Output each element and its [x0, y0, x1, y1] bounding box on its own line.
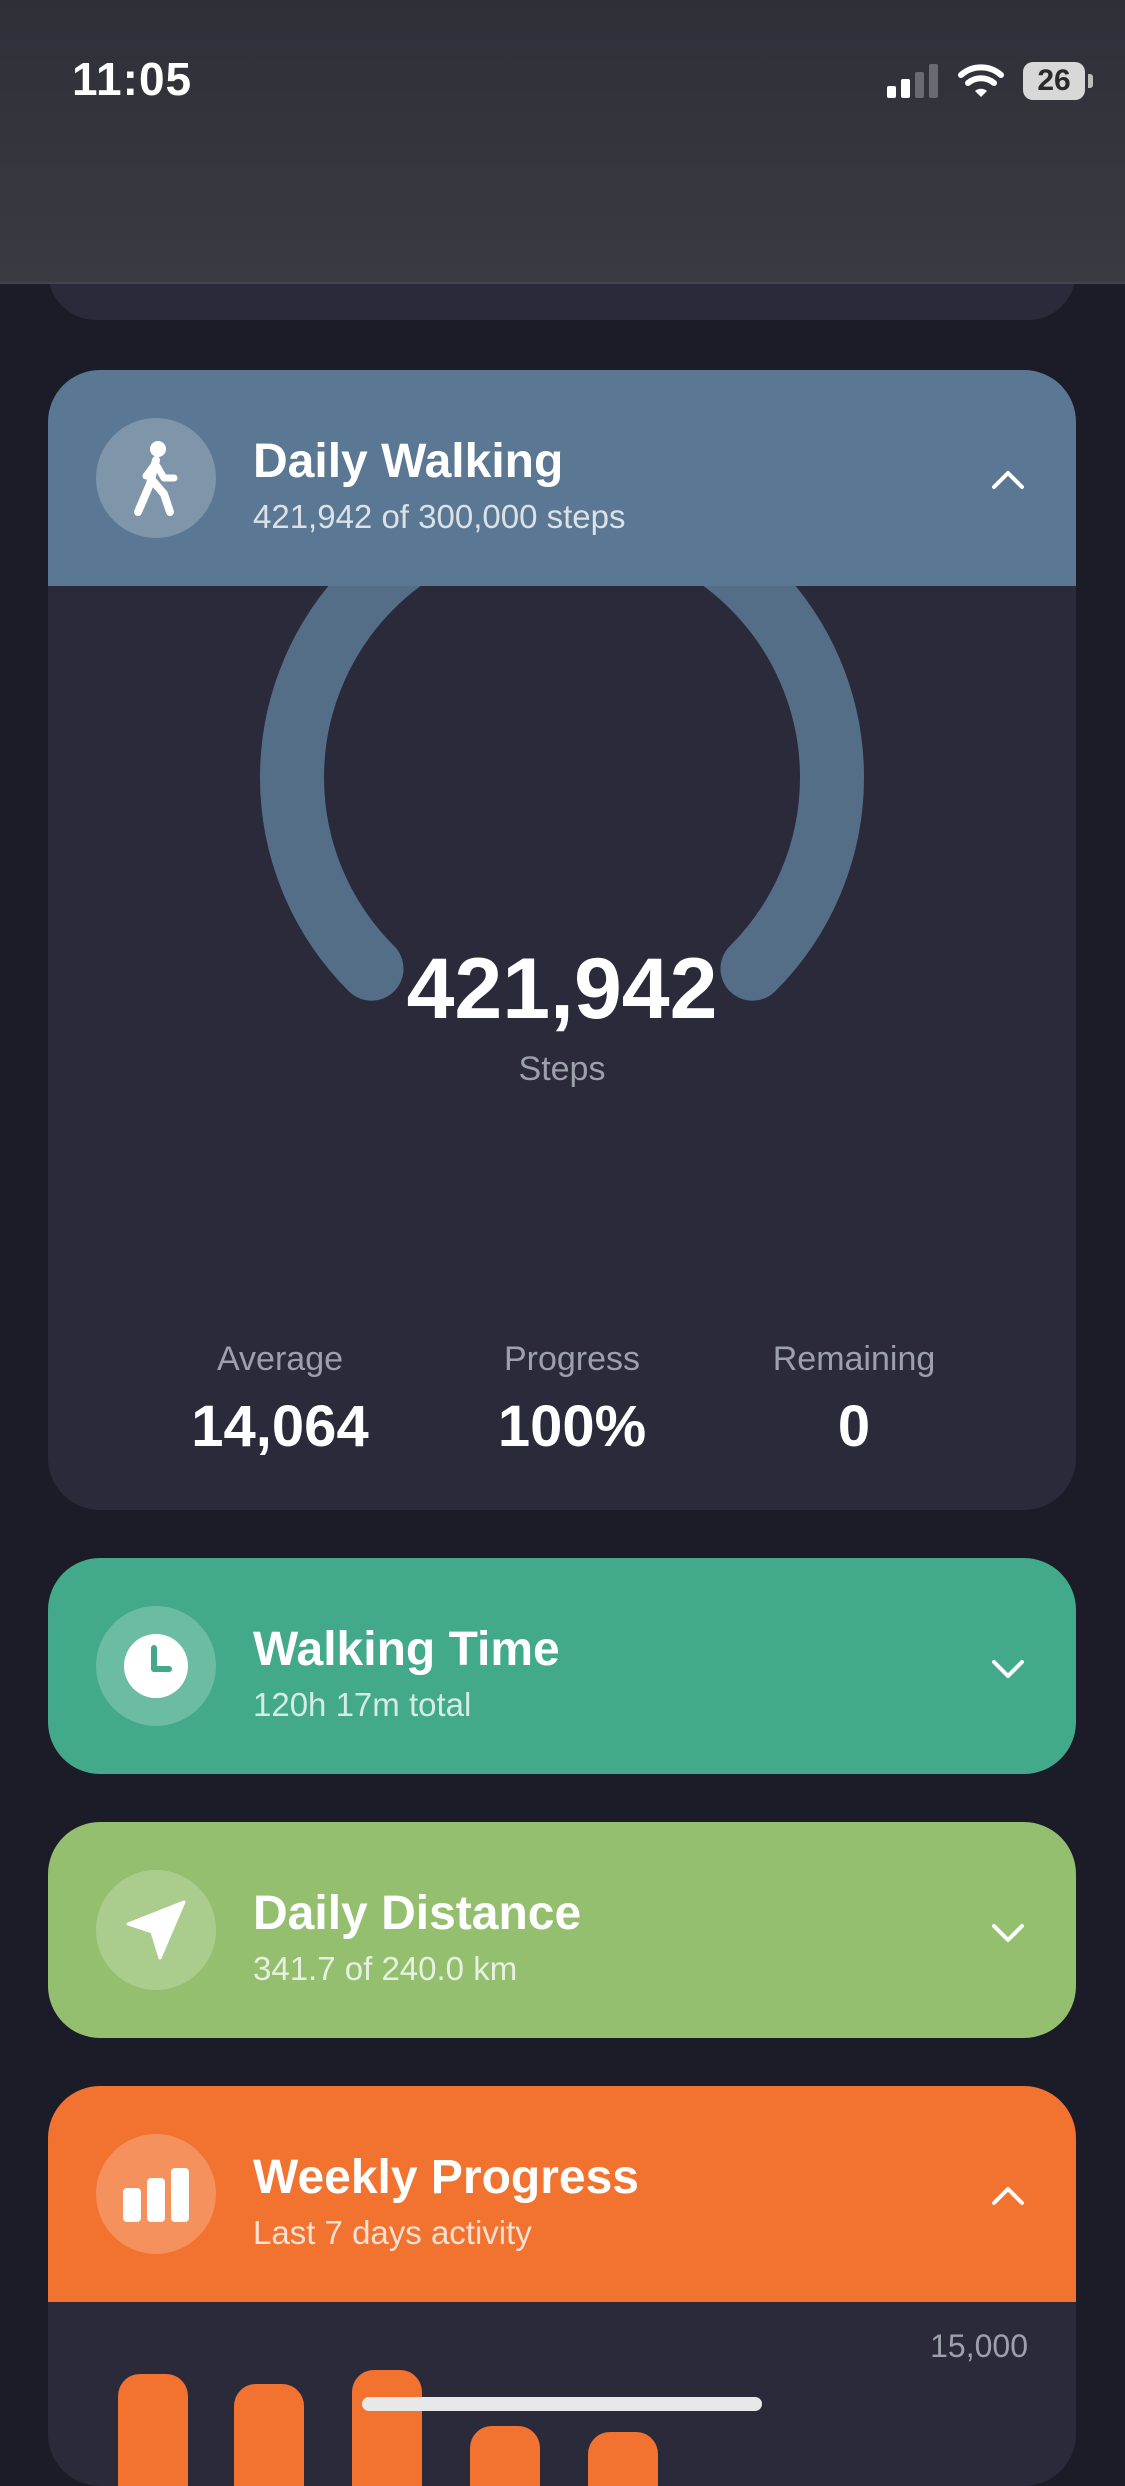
stat-remaining-label: Remaining — [772, 1340, 936, 1378]
daily-walking-card: Daily Walking 421,942 of 300,000 steps 4… — [48, 370, 1076, 1510]
battery-icon: 26 — [1023, 62, 1093, 100]
bar-chart-icon — [123, 2168, 189, 2222]
bar-chart-icon-circle — [96, 2134, 216, 2254]
stat-average-label: Average — [216, 1340, 344, 1378]
daily-walking-header[interactable]: Daily Walking 421,942 of 300,000 steps — [48, 370, 1076, 586]
walking-person-icon — [134, 441, 178, 516]
weekly-bar — [352, 2370, 422, 2486]
status-icons: 26 — [887, 58, 1093, 104]
daily-distance-card[interactable]: Daily Distance 341.7 of 240.0 km — [48, 1822, 1076, 2038]
chevron-up-icon[interactable] — [988, 2176, 1028, 2216]
stat-remaining: Remaining 0 — [704, 1340, 1004, 1460]
daily-distance-title: Daily Distance — [253, 1887, 582, 1940]
weekly-bar — [118, 2374, 188, 2486]
chevron-down-icon[interactable] — [988, 1912, 1028, 1952]
clock-icon-circle — [96, 1606, 216, 1726]
location-arrow-icon — [126, 1900, 186, 1960]
weekly-bar — [588, 2432, 658, 2486]
stat-progress-value: 100% — [497, 1394, 647, 1459]
walking-stats: Average 14,064 Progress 100% Remaining 0 — [48, 1340, 1076, 1480]
status-bar: 11:05 26 — [0, 0, 1125, 284]
chevron-up-icon[interactable] — [988, 460, 1028, 500]
walking-icon-circle — [96, 418, 216, 538]
home-indicator[interactable] — [362, 2397, 762, 2411]
daily-distance-header[interactable]: Daily Distance 341.7 of 240.0 km — [48, 1822, 1076, 2038]
walking-time-title: Walking Time — [253, 1623, 560, 1676]
location-arrow-icon-circle — [96, 1870, 216, 1990]
stat-average: Average 14,064 — [130, 1340, 430, 1460]
weekly-bar — [470, 2426, 540, 2486]
battery-level: 26 — [1037, 64, 1071, 97]
weekly-progress-title: Weekly Progress — [253, 2151, 639, 2204]
weekly-bar — [234, 2384, 304, 2486]
walking-time-subtitle: 120h 17m total — [253, 1686, 472, 1723]
daily-walking-subtitle: 421,942 of 300,000 steps — [253, 498, 626, 535]
steps-gauge — [260, 586, 864, 1001]
stat-progress-label: Progress — [503, 1340, 641, 1378]
weekly-progress-subtitle: Last 7 days activity — [253, 2214, 532, 2251]
gauge-track — [260, 586, 864, 1001]
steps-total: 421,942 — [406, 941, 718, 1037]
stat-remaining-value: 0 — [837, 1394, 871, 1459]
cellular-signal-icon — [887, 64, 938, 98]
weekly-axis-max-label: 15,000 — [930, 2328, 1028, 2364]
stat-progress: Progress 100% — [422, 1340, 722, 1460]
chevron-down-icon[interactable] — [988, 1648, 1028, 1688]
weekly-progress-card: Weekly Progress Last 7 days activity 15,… — [48, 2086, 1076, 2486]
stat-average-value: 14,064 — [191, 1394, 369, 1459]
daily-distance-subtitle: 341.7 of 240.0 km — [253, 1950, 518, 1987]
daily-walking-title: Daily Walking — [253, 435, 564, 488]
walking-time-header[interactable]: Walking Time 120h 17m total — [48, 1558, 1076, 1774]
battery-nub — [1088, 74, 1093, 88]
status-time: 11:05 — [72, 53, 193, 105]
clock-icon — [124, 1634, 188, 1698]
weekly-progress-header[interactable]: Weekly Progress Last 7 days activity — [48, 2086, 1076, 2302]
wifi-icon — [958, 64, 1004, 97]
steps-label: Steps — [518, 1050, 606, 1088]
walking-time-card[interactable]: Walking Time 120h 17m total — [48, 1558, 1076, 1774]
